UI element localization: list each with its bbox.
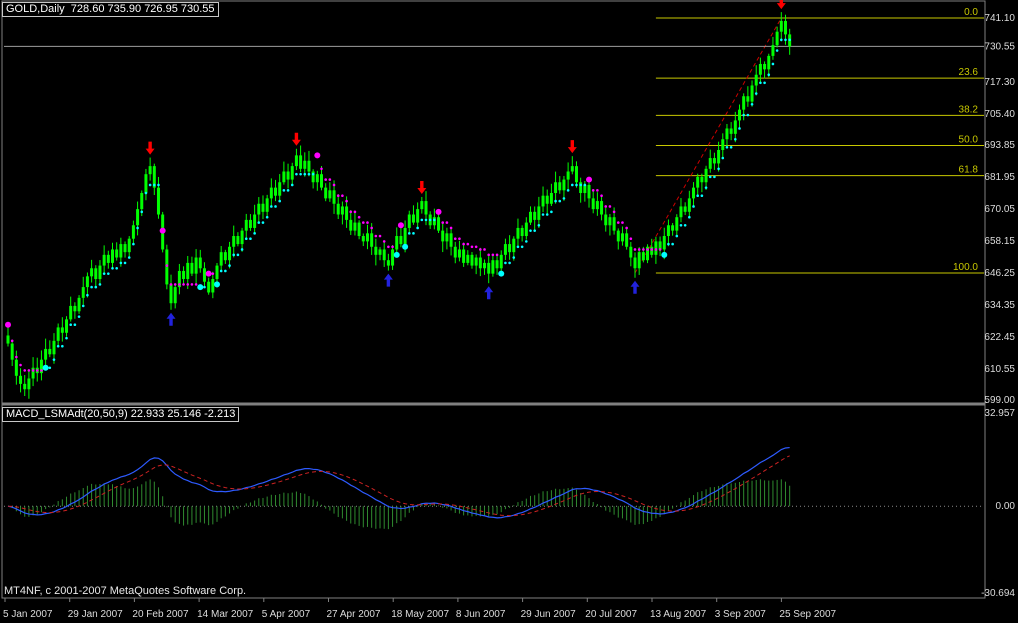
price-tick-label: 634.35	[984, 300, 1015, 311]
sell-arrow-icon	[568, 140, 577, 153]
date-tick-label: 27 Apr 2007	[327, 609, 381, 620]
buy-arrow-icon	[484, 286, 493, 299]
price-tick-label: 693.85	[984, 140, 1015, 151]
macd-plot[interactable]	[4, 448, 984, 530]
mt4-chart-window: 0.0 23.6 38.2 50.0 61.8 100.0 741.10 730.55 717…	[0, 0, 1018, 623]
price-tick-label: 741.10	[984, 13, 1015, 24]
price-tick-label: 646.25	[984, 268, 1015, 279]
date-tick-label: 20 Feb 2007	[132, 609, 189, 620]
date-tick-label: 18 May 2007	[391, 609, 449, 620]
price-tick-label: 717.30	[984, 77, 1015, 88]
date-tick-label: 8 Jun 2007	[456, 609, 506, 620]
date-tick-label: 29 Jan 2007	[68, 609, 123, 620]
fib-level-label: 38.2	[959, 104, 979, 115]
time-axis[interactable]: 5 Jan 2007 29 Jan 2007 20 Feb 2007 14 Mar 2…	[3, 598, 837, 620]
indicator-label: MACD_LSMAdt(20,50,9) 22.933 25.146 -2.21…	[2, 407, 239, 422]
chart-canvas[interactable]: 0.0 23.6 38.2 50.0 61.8 100.0 741.10 730.55 717…	[0, 0, 1018, 623]
sell-arrow-icon	[417, 181, 426, 194]
price-tick-label: 670.05	[984, 204, 1015, 215]
price-tick-label: 610.55	[984, 364, 1015, 375]
buy-arrow-icon	[384, 274, 393, 287]
price-axis[interactable]: 741.10 730.55 717.30 705.40 693.85 681.95 670.…	[984, 13, 1015, 406]
main-chart-plot[interactable]	[4, 0, 984, 399]
date-tick-label: 20 Jul 2007	[585, 609, 637, 620]
fib-level-label: 0.0	[964, 7, 978, 18]
price-tick-label: 705.40	[984, 109, 1015, 120]
symbol-title: GOLD,Daily 728.60 735.90 726.95 730.55	[2, 2, 219, 17]
fibonacci-retracement[interactable]: 0.0 23.6 38.2 50.0 61.8 100.0	[635, 7, 984, 273]
sell-arrow-icon	[146, 142, 155, 155]
date-tick-label: 5 Jan 2007	[3, 609, 53, 620]
price-tick-label: 730.55	[984, 41, 1015, 52]
window-borders	[2, 1, 985, 598]
date-tick-label: 14 Mar 2007	[197, 609, 254, 620]
buy-arrow-icon	[167, 313, 176, 326]
price-tick-label: 599.00	[984, 395, 1015, 406]
price-tick-label: 681.95	[984, 172, 1015, 183]
price-tick-label: 658.15	[984, 236, 1015, 247]
macd-tick-label: -30.694	[981, 588, 1015, 599]
copyright-text: MT4NF, c 2001-2007 MetaQuotes Software C…	[4, 585, 246, 598]
macd-axis[interactable]: 32.957 0.00 -30.694	[981, 408, 1015, 599]
fib-level-label: 61.8	[959, 165, 979, 176]
macd-tick-label: 32.957	[984, 408, 1015, 419]
buy-arrow-icon	[631, 281, 640, 294]
date-tick-label: 29 Jun 2007	[521, 609, 576, 620]
date-tick-label: 25 Sep 2007	[779, 609, 836, 620]
sell-arrow-icon	[292, 133, 301, 146]
fib-level-label: 100.0	[953, 262, 978, 273]
date-tick-label: 3 Sep 2007	[715, 609, 767, 620]
date-tick-label: 5 Apr 2007	[262, 609, 311, 620]
date-tick-label: 13 Aug 2007	[650, 609, 707, 620]
fib-level-label: 23.6	[959, 67, 979, 78]
price-tick-label: 622.45	[984, 332, 1015, 343]
fib-level-label: 50.0	[959, 134, 979, 145]
macd-tick-label: 0.00	[996, 501, 1016, 512]
